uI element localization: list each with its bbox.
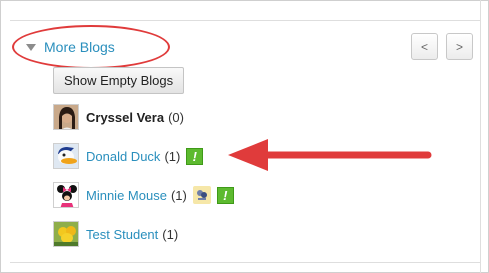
avatar [53,143,79,169]
annotation-arrow [228,139,432,171]
chevron-right-icon: > [455,39,463,54]
previous-button[interactable]: < [411,33,438,60]
blog-owner-link[interactable]: Donald Duck [86,149,160,164]
blog-list-item-cryssel-vera[interactable]: Cryssel Vera (0) [53,103,184,131]
users-icon[interactable] [192,186,211,204]
annotation-circle [12,25,170,69]
bottom-divider [10,262,480,263]
top-divider [10,20,480,21]
avatar [53,104,79,130]
avatar [53,182,79,208]
avatar [53,221,79,247]
blog-list-item-minnie-mouse[interactable]: Minnie Mouse (1) ! [53,181,234,209]
blog-owner-name: Cryssel Vera [86,109,165,125]
show-empty-blogs-button[interactable]: Show Empty Blogs [53,67,185,94]
blog-list-item-donald-duck[interactable]: Donald Duck (1) ! [53,142,204,170]
next-button[interactable]: > [446,33,473,60]
new-activity-badge: ! [186,147,204,165]
blog-owner-link[interactable]: Test Student [86,227,158,242]
right-edge-divider [480,0,481,273]
blog-owner-link[interactable]: Minnie Mouse [86,188,167,203]
blog-entry-count: (1) [170,187,187,203]
blog-list-item-test-student[interactable]: Test Student (1) [53,220,178,248]
chevron-left-icon: < [420,39,428,54]
blog-entry-count: (0) [168,109,184,125]
new-activity-badge: ! [216,186,234,204]
blog-entry-count: (1) [162,226,179,242]
blog-entry-count: (1) [164,148,181,164]
